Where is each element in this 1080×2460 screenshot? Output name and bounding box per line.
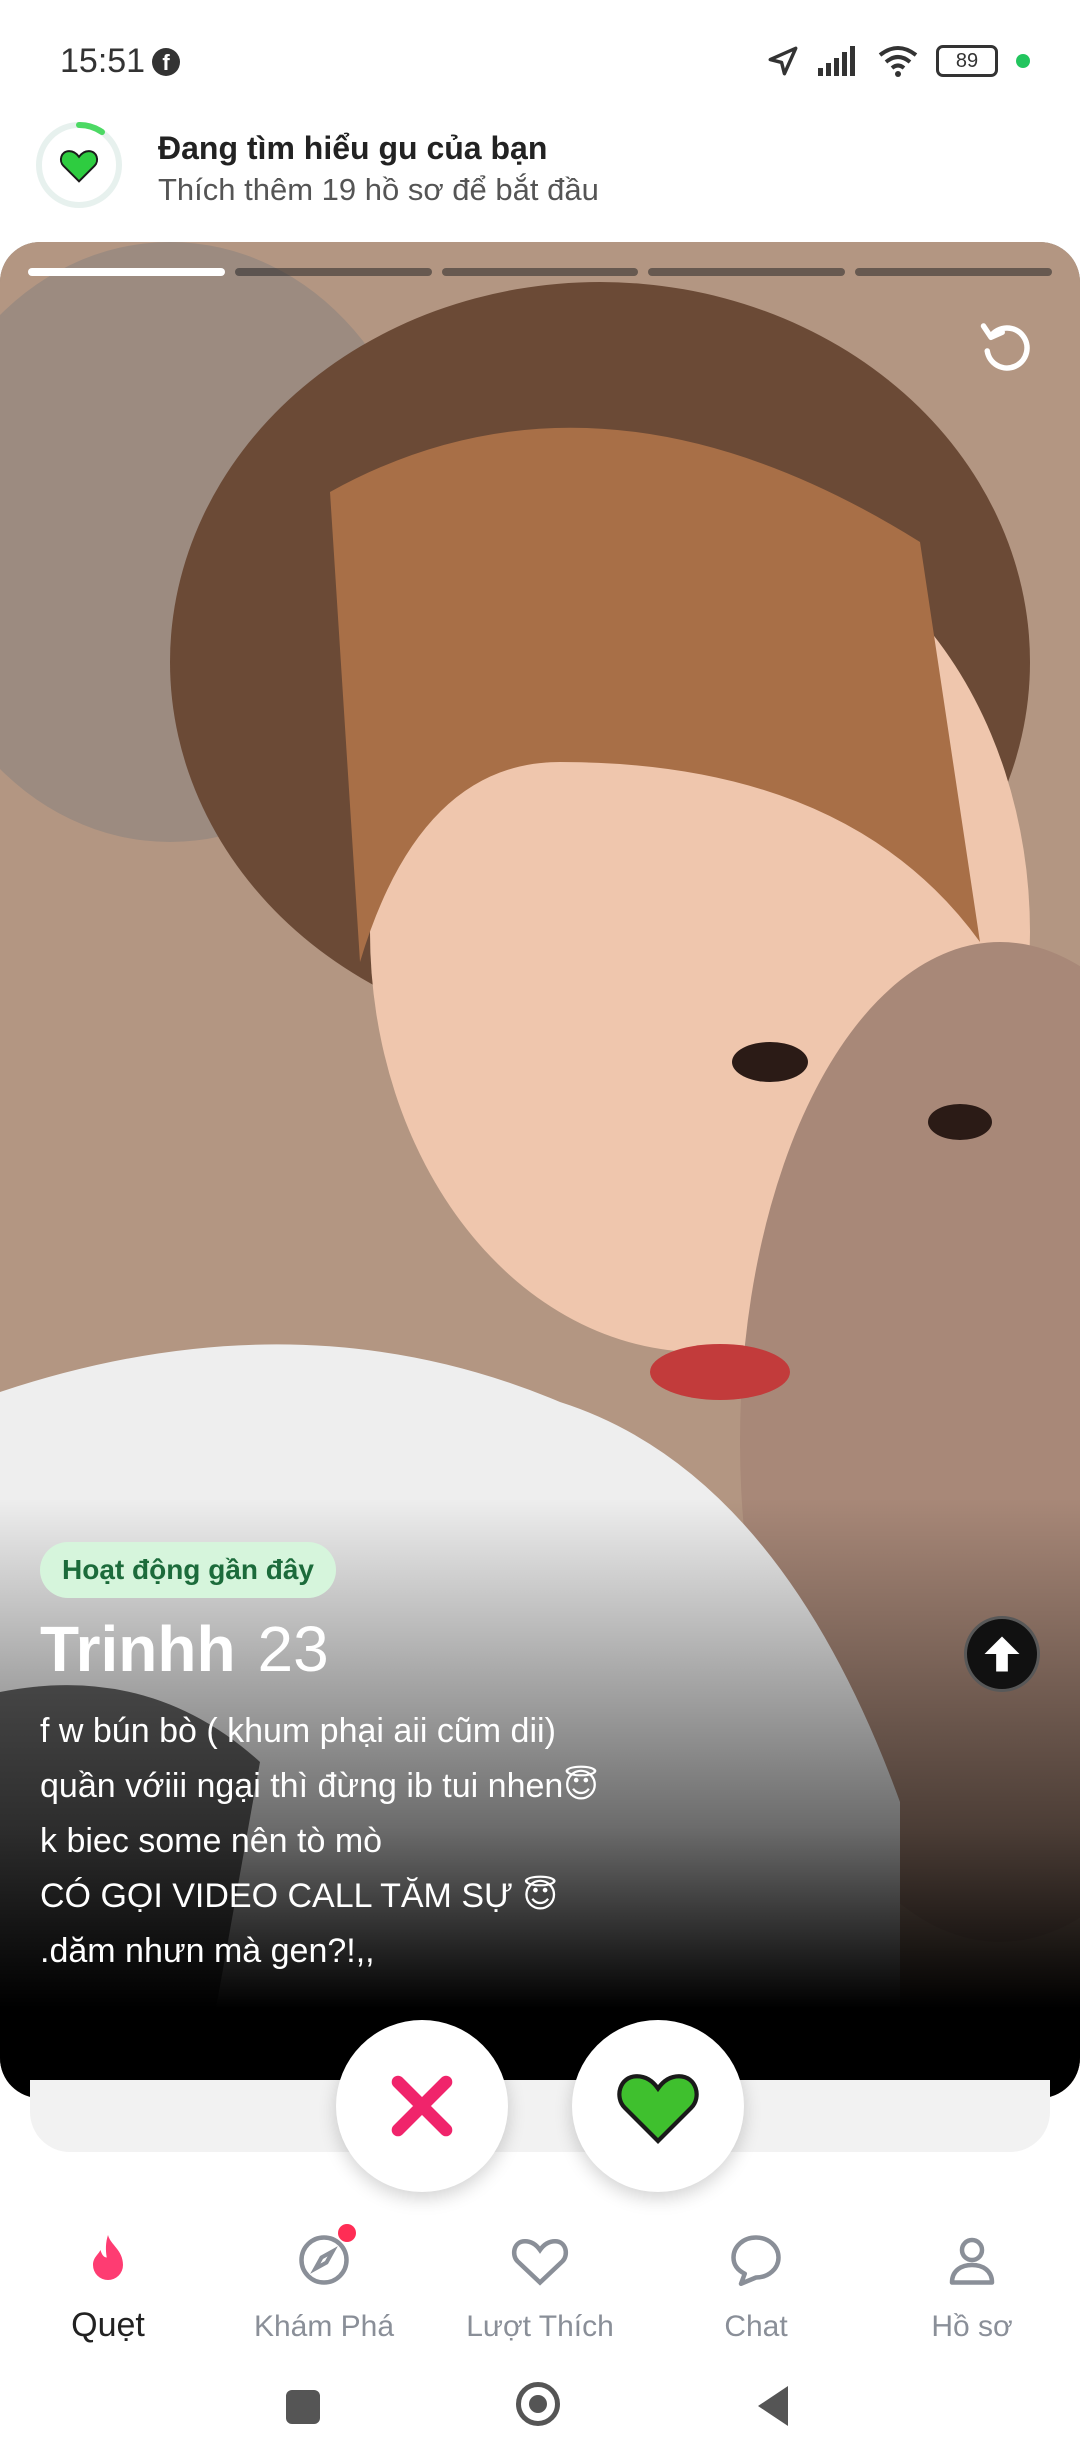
recent-activity-badge: Hoạt động gần đây (40, 1542, 336, 1598)
profile-age: 23 (257, 1613, 329, 1685)
prompt-title: Đang tìm hiểu gu của bạn (158, 130, 548, 166)
photo-bar (234, 268, 432, 276)
progress-arc (76, 122, 105, 135)
photo-bar (441, 268, 639, 276)
tab-likes[interactable]: Lượt Thích (432, 2200, 648, 2360)
tab-chat[interactable]: Chat (648, 2200, 864, 2360)
bio-line: .dăm nhưn mà gen?!,, (40, 1932, 375, 1970)
like-button[interactable] (572, 2020, 744, 2192)
back-button[interactable] (758, 2386, 788, 2426)
home-button[interactable] (516, 2382, 560, 2426)
undo-icon[interactable] (976, 316, 1036, 376)
bio-line: CÓ GỌI VIDEO CALL TĂM SỰ 😇 (40, 1877, 558, 1915)
heart-outline-icon (511, 2238, 569, 2286)
tab-label: Hồ sơ (931, 2310, 1013, 2343)
bottom-nav: Quẹt Khám Phá Lượt Thích Chat Hồ sơ (0, 2200, 1080, 2360)
location-arrow-icon (768, 46, 798, 76)
prompt-subtitle: Thích thêm 19 hồ sơ để bắt đầu (158, 172, 599, 207)
tab-label: Khám Phá (253, 2310, 395, 2343)
chat-bubble-icon (731, 2235, 781, 2286)
taste-learning-prompt[interactable]: Đang tìm hiểu gu của bạn Thích thêm 19 h… (36, 120, 1046, 220)
bio-line: f w bún bò ( khum phại aii cũm dii) (40, 1712, 556, 1750)
flame-icon (93, 2235, 123, 2280)
photo-bar (28, 268, 225, 276)
heart-icon (617, 2074, 699, 2144)
person-icon (949, 2237, 995, 2285)
photo-bar (648, 268, 846, 276)
status-icons: 89 (766, 44, 1030, 78)
notification-dot (338, 2224, 356, 2242)
bio-line: k biec some nên tò mò (40, 1822, 383, 1860)
nope-button[interactable] (336, 2020, 508, 2192)
tab-label: Chat (724, 2310, 788, 2343)
privacy-dot (1016, 54, 1030, 68)
tab-label: Quẹt (71, 2306, 145, 2344)
profile-card[interactable]: Hoạt động gần đây Trinhh 23 f w bún bò ( … (0, 242, 1080, 2098)
battery-indicator: 89 (936, 45, 998, 77)
tab-swipe[interactable]: Quẹt (0, 2200, 216, 2360)
photo-bar (855, 268, 1052, 276)
tab-profile[interactable]: Hồ sơ (864, 2200, 1080, 2360)
status-time: 15:51 (60, 42, 146, 80)
system-nav-bar (0, 2370, 1080, 2460)
status-bar: 15:51 f 89 (0, 0, 1080, 120)
bio-line: quần vớiii ngại thì đừng ib tui nhen😇 (40, 1767, 599, 1805)
signal-icon (818, 46, 855, 76)
profile-bio: f w bún bò ( khum phại aii cũm dii) quần… (40, 1704, 599, 1979)
tab-label: Lượt Thích (466, 2310, 614, 2343)
open-profile-button[interactable] (964, 1616, 1040, 1692)
x-icon (391, 2075, 453, 2137)
wifi-icon (878, 46, 918, 77)
facebook-notification-icon: f (152, 48, 180, 76)
photo-progress-bars (28, 268, 1052, 276)
arrow-up-icon (984, 1636, 1020, 1672)
tab-explore[interactable]: Khám Phá (216, 2200, 432, 2360)
profile-name: Trinhh (40, 1613, 236, 1685)
next-card-edge (30, 2080, 1050, 2152)
profile-name-age: Trinhh 23 (40, 1612, 329, 1686)
recents-button[interactable] (286, 2390, 320, 2424)
